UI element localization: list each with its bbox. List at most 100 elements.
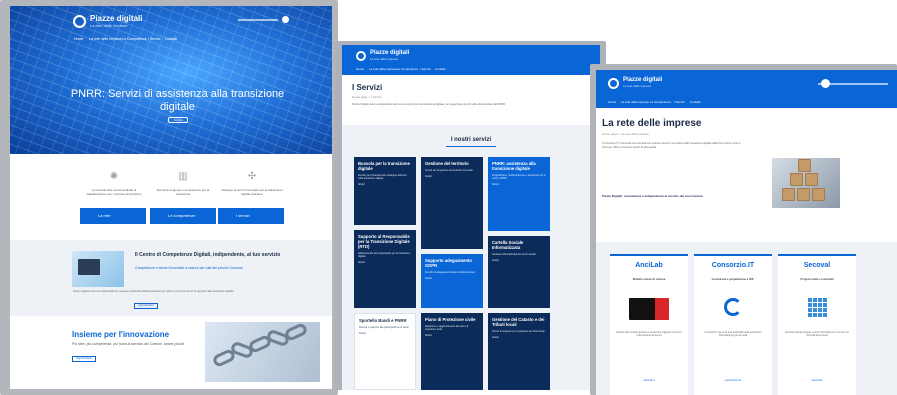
brand-name[interactable]: Piazze digitali: [90, 14, 142, 23]
logo-icon[interactable]: [356, 51, 366, 61]
service-card[interactable]: Piano di Protezione civile Redazione e a…: [421, 313, 483, 390]
nav-competenze[interactable]: Le Competenze: [397, 67, 418, 71]
features-section: ✺ La società offre servizi dedicati di d…: [10, 154, 332, 240]
service-link[interactable]: Scopri: [492, 183, 546, 186]
feature-text: Sviluppo di servizi innovativi per la tr…: [221, 188, 283, 196]
service-link[interactable]: Scopri: [425, 334, 479, 337]
partner-card-ancilab[interactable]: AnciLab Modelli e azioni di sistema Anci…: [610, 254, 688, 395]
page-title: La rete delle imprese: [602, 118, 702, 129]
lead-text: Piazze Digitali: competenze e indipenden…: [602, 194, 703, 198]
partner-name: AnciLab: [635, 262, 663, 269]
laptop-illustration: [72, 251, 124, 287]
brand-name[interactable]: Piazze digitali: [623, 77, 662, 83]
screenshot-rete-imprese: Piazze digitali La rete delle imprese Ho…: [596, 70, 897, 395]
search-icon[interactable]: [282, 16, 289, 23]
hero-button[interactable]: Scopri: [168, 117, 188, 123]
service-title: Supporto al Responsabile per la Transizi…: [358, 234, 410, 249]
nav-home[interactable]: Home: [608, 100, 616, 104]
partner-subtitle: Modelli e azioni di sistema: [632, 278, 666, 281]
screenshot-servizi: Piazze digitali La rete delle imprese Ho…: [342, 45, 600, 390]
i-servizi-button[interactable]: I servizi: [218, 208, 284, 224]
innovation-section: Insieme per l'innovazione Più idee, più …: [10, 316, 332, 389]
nav-contatti[interactable]: Contatti: [165, 37, 177, 41]
search-input[interactable]: [238, 19, 278, 21]
nav-home[interactable]: Home: [356, 67, 364, 71]
service-card[interactable]: Gestione del territorio Servizi per la g…: [421, 157, 483, 249]
brand-tagline: La rete delle imprese: [623, 84, 652, 88]
service-card[interactable]: Gestione del Catasto e dei Tributi local…: [488, 313, 550, 390]
service-text: Progettazione, rendicontazione e assiste…: [492, 174, 546, 181]
partner-name: Consorzio.IT: [711, 262, 755, 269]
service-link[interactable]: Scopri: [358, 261, 412, 264]
nav-home[interactable]: Home: [74, 37, 83, 41]
partner-card-secoval[interactable]: Secoval Progetti solidi e sostenibili Se…: [778, 254, 856, 395]
nav-competenze[interactable]: Le Competenze: [650, 100, 671, 104]
service-card[interactable]: Sportello Bandi e PNRR Ricerca e support…: [354, 313, 416, 390]
service-link[interactable]: Scopri: [359, 332, 411, 335]
innovation-button[interactable]: Approfondisci: [72, 356, 96, 362]
cc-body: Piazze digitali unisce le realtà locali …: [73, 290, 234, 293]
wooden-cubes-image: [772, 158, 840, 208]
brand-tagline: La rete delle imprese: [370, 57, 399, 61]
le-competenze-button[interactable]: Le competenze: [150, 208, 216, 224]
nav-contatti[interactable]: Contatti: [690, 100, 700, 104]
innovation-title: Insieme per l'innovazione: [72, 330, 170, 339]
nav-contatti[interactable]: Contatti: [435, 67, 445, 71]
service-card[interactable]: Supporto adeguamento GDPR Servizio di ad…: [421, 254, 483, 308]
services-grid: I nostri servizi Bussola per la transizi…: [342, 125, 600, 390]
nav-servizi[interactable]: I Servizi: [420, 67, 431, 71]
service-card[interactable]: Cartella Sociale Informatizzata Gestione…: [488, 236, 550, 308]
service-text: Affiancamento del responsabile per la tr…: [358, 252, 411, 259]
cc-subtitle: Competenze e servizi innovativi a misura…: [135, 266, 243, 270]
service-text: Servizio per l'orientamento strategico d…: [358, 174, 407, 181]
partner-link[interactable]: consorzioit.net: [694, 379, 772, 382]
service-card[interactable]: PNRR: assistenza alla transizione digita…: [488, 157, 550, 231]
service-text: Gestione informatizzata dei servizi soci…: [492, 253, 536, 256]
service-text: Servizi di supporto per la gestione dei …: [492, 330, 545, 333]
service-link[interactable]: Scopri: [425, 175, 479, 178]
nav-rete[interactable]: La rete delle imprese: [369, 67, 397, 71]
nav-servizi[interactable]: I Servizi: [148, 37, 160, 41]
service-link[interactable]: Scopri: [492, 259, 546, 262]
logo-icon[interactable]: [73, 15, 86, 28]
partner-link[interactable]: anciLab.it: [610, 379, 688, 382]
partner-card-consorzioit[interactable]: Consorzio.IT Consulenza e progettazione …: [694, 254, 772, 395]
chart-icon: ▥: [178, 171, 188, 182]
gear-icon: ✺: [109, 171, 119, 182]
innovation-subtitle: Più idee, più competenze, più forza al s…: [72, 342, 185, 346]
service-link[interactable]: Scopri: [492, 336, 546, 339]
hero-title: PNRR: Servizi di assistenza alla transiz…: [70, 88, 285, 113]
service-title: Gestione del territorio: [425, 161, 469, 166]
cc-title: Il Centro di Competenze Digitali, indipe…: [135, 252, 281, 258]
consorzioit-logo: [724, 298, 742, 316]
network-icon: ✣: [247, 171, 257, 182]
breadcrumb[interactable]: Home page > La rete delle imprese: [602, 132, 649, 136]
logo-icon[interactable]: [608, 78, 619, 89]
service-card[interactable]: Supporto al Responsabile per la Transizi…: [354, 230, 416, 308]
hero-banner: Piazze digitali La rete delle imprese Ho…: [10, 6, 332, 154]
la-rete-button[interactable]: La rete: [80, 208, 146, 224]
hero-network-image: [10, 6, 332, 154]
approfondisci-button[interactable]: Approfondisci: [134, 303, 158, 309]
partner-text: Secoval sviluppa progetti e servizi info…: [785, 332, 849, 338]
nav-rete[interactable]: La rete delle imprese: [89, 37, 122, 41]
nav-rete[interactable]: La rete delle imprese: [621, 100, 649, 104]
service-link[interactable]: Scopri: [425, 277, 479, 280]
brand-name[interactable]: Piazze digitali: [370, 50, 409, 56]
screenshot-home: Piazze digitali La rete delle imprese Ho…: [10, 6, 332, 389]
nav-servizi[interactable]: I Servizi: [674, 100, 685, 104]
service-title: Gestione del Catasto e dei Tributi local…: [492, 317, 545, 327]
service-title: PNRR: assistenza alla transizione digita…: [492, 161, 536, 171]
header: Piazze digitali La rete delle imprese Ho…: [596, 70, 897, 108]
feature-text: La società offre servizi dedicati di dig…: [86, 188, 142, 196]
ancilab-logo: [629, 298, 669, 320]
breadcrumb[interactable]: Home page > I Servizi: [352, 95, 382, 99]
nav-competenze[interactable]: Le Competenze: [122, 37, 147, 41]
search-icon[interactable]: [821, 79, 830, 88]
service-text: Ricerca e supporto alla partecipazione a…: [359, 326, 409, 329]
partner-link[interactable]: secoval.it: [778, 379, 856, 382]
header: Piazze digitali La rete delle imprese Ho…: [342, 45, 600, 75]
partner-text: AnciLab offre modelli operativi e strume…: [616, 332, 682, 338]
service-card[interactable]: Bussola per la transizione digitale Serv…: [354, 157, 416, 225]
service-link[interactable]: Scopri: [358, 183, 412, 186]
